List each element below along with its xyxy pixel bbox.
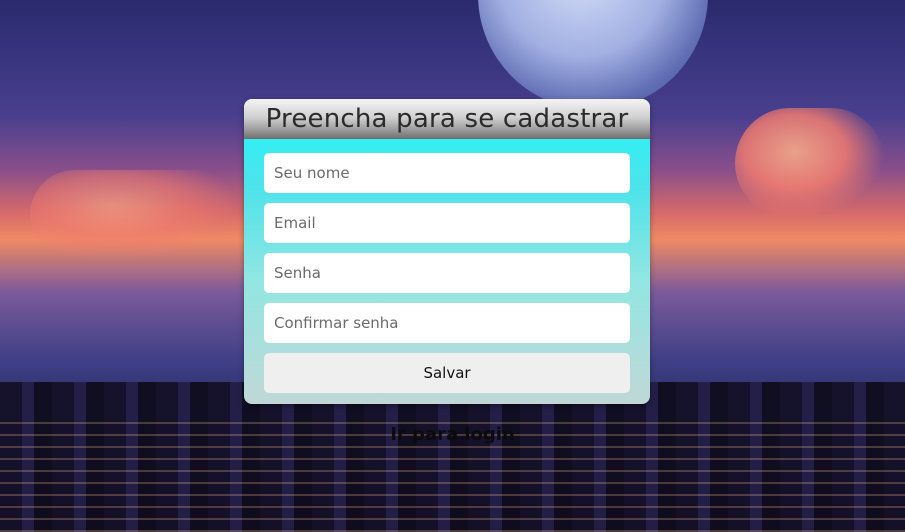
save-button[interactable]: Salvar [264, 353, 630, 393]
confirm-password-input[interactable] [264, 303, 630, 343]
go-to-login-link[interactable]: Ir para login [0, 424, 905, 445]
form-title: Preencha para se cadastrar [265, 104, 629, 134]
background-moon [478, 0, 708, 110]
background-cityscape [0, 382, 905, 532]
background-cloud [30, 170, 240, 260]
email-input[interactable] [264, 203, 630, 243]
signup-card-header: Preencha para se cadastrar [244, 99, 650, 139]
background-cloud [735, 108, 885, 218]
signup-form: Salvar [244, 139, 650, 393]
password-input[interactable] [264, 253, 630, 293]
name-input[interactable] [264, 153, 630, 193]
signup-card: Preencha para se cadastrar Salvar [244, 99, 650, 404]
